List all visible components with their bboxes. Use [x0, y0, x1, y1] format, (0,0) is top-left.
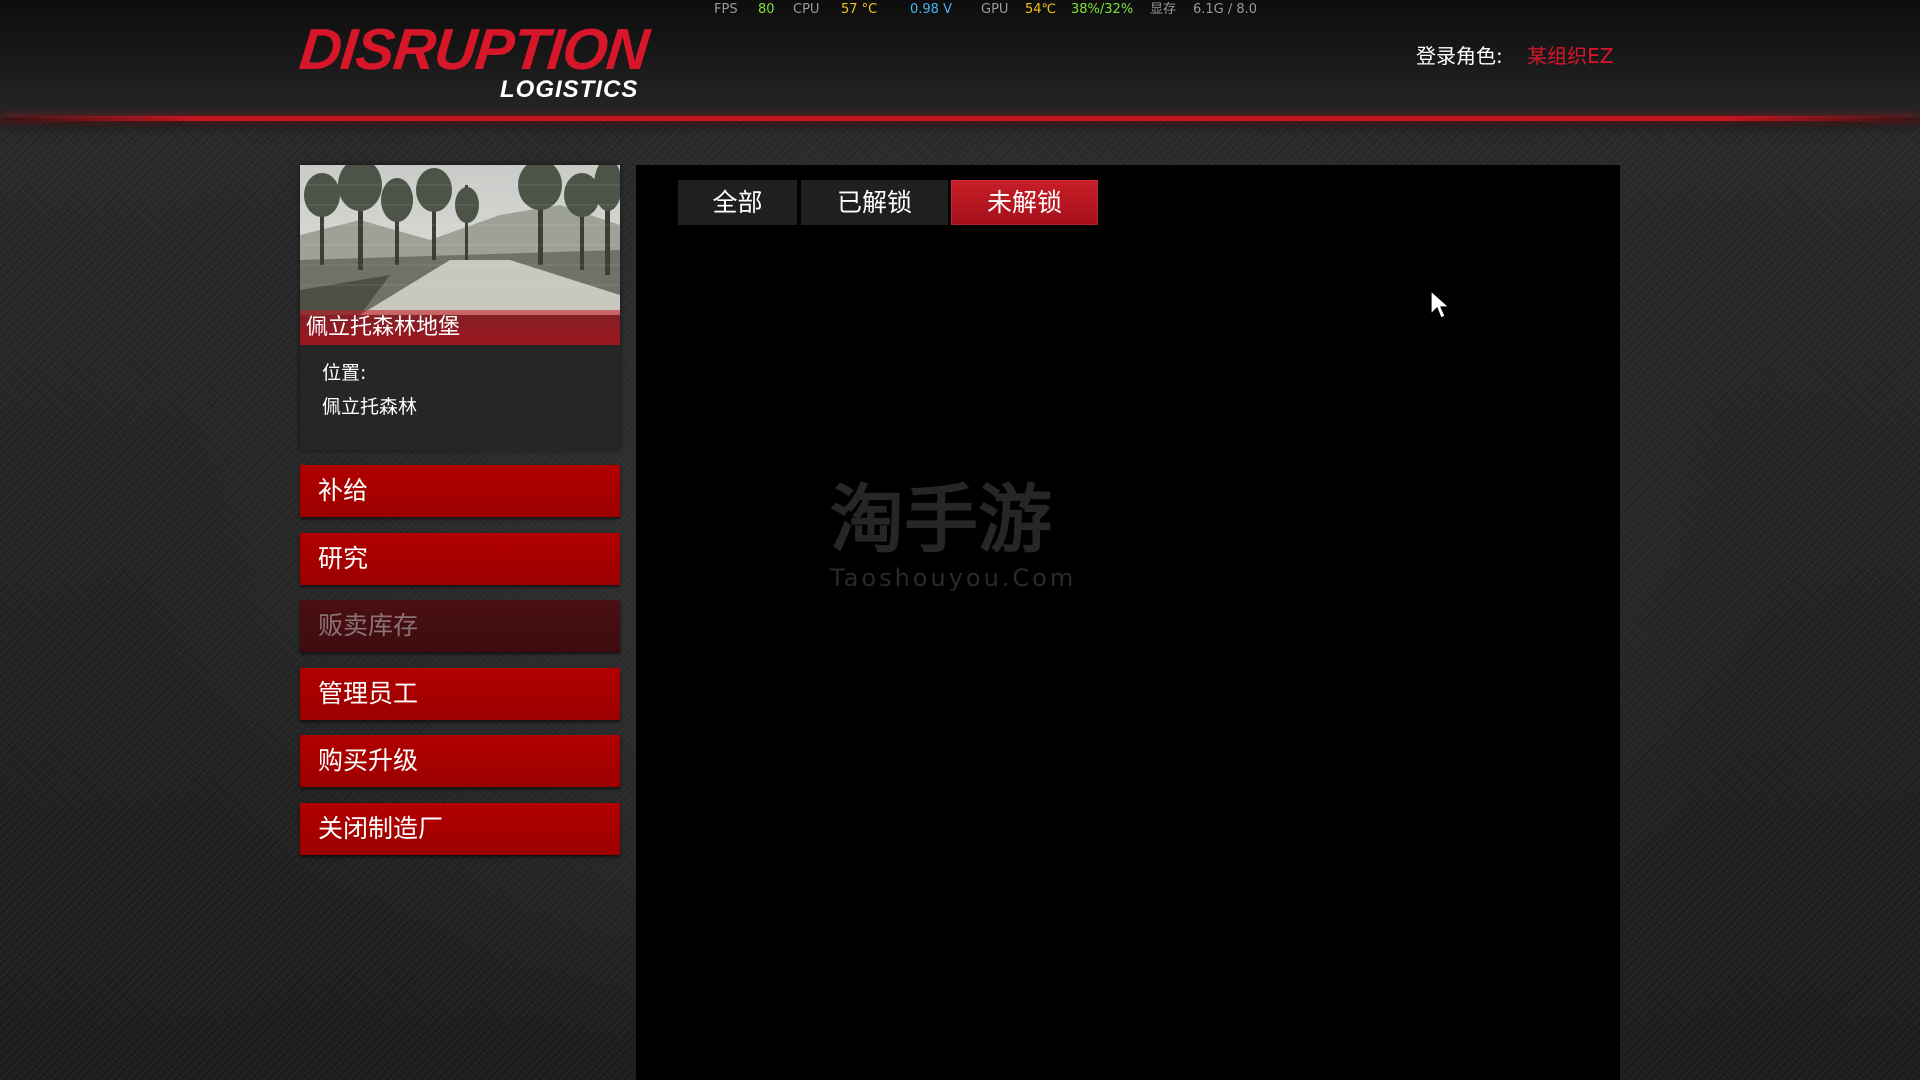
gpu-label: GPU	[981, 2, 1009, 17]
login-role: 某组织EZ	[1527, 44, 1614, 68]
watermark: 淘手游 Taoshouyou.Com	[830, 477, 1090, 592]
watermark-en: Taoshouyou.Com	[830, 564, 1077, 592]
header-divider	[0, 116, 1920, 121]
disruption-logistics-logo: DISRUPTION LOGISTICS	[296, 17, 652, 108]
vram-value: 6.1G / 8.0	[1193, 2, 1258, 17]
logo-sub-text: LOGISTICS	[500, 76, 639, 103]
fps-value: 80	[758, 2, 775, 17]
login-label: 登录角色:	[1416, 44, 1503, 68]
fps-label: FPS	[714, 2, 738, 17]
location-value: 佩立托森林	[322, 396, 418, 418]
cpu-temp: 57 °C	[841, 2, 878, 17]
tab-all[interactable]: 全部	[678, 180, 797, 225]
login-info: 登录角色: 某组织EZ	[1416, 40, 1613, 69]
header-bar	[0, 0, 1920, 118]
property-title: 佩立托森林地堡	[300, 310, 620, 345]
research-button[interactable]: 研究	[300, 533, 620, 585]
gpu-usage: 38%/32%	[1071, 2, 1134, 17]
location-label: 位置:	[322, 362, 367, 384]
main-content-panel	[636, 165, 1620, 1080]
mouse-cursor-icon	[1430, 290, 1450, 319]
forest-bunker-image	[300, 165, 620, 315]
manage-staff-button[interactable]: 管理员工	[300, 668, 620, 720]
logo-main-text: DISRUPTION	[296, 17, 652, 82]
vram-label: 显存	[1150, 2, 1177, 17]
sell-stock-button[interactable]: 贩卖库存	[300, 600, 620, 652]
shut-down-business-button[interactable]: 关闭制造厂	[300, 803, 620, 855]
property-image	[300, 165, 620, 315]
cpu-voltage: 0.98 V	[910, 2, 952, 17]
gpu-temp: 54℃	[1025, 2, 1057, 17]
supplies-button[interactable]: 补给	[300, 465, 620, 517]
buy-upgrades-button[interactable]: 购买升级	[300, 735, 620, 787]
tab-locked[interactable]: 未解锁	[951, 180, 1098, 225]
cpu-label: CPU	[793, 2, 820, 17]
tab-unlocked[interactable]: 已解锁	[801, 180, 948, 225]
watermark-cn: 淘手游	[830, 477, 1052, 563]
